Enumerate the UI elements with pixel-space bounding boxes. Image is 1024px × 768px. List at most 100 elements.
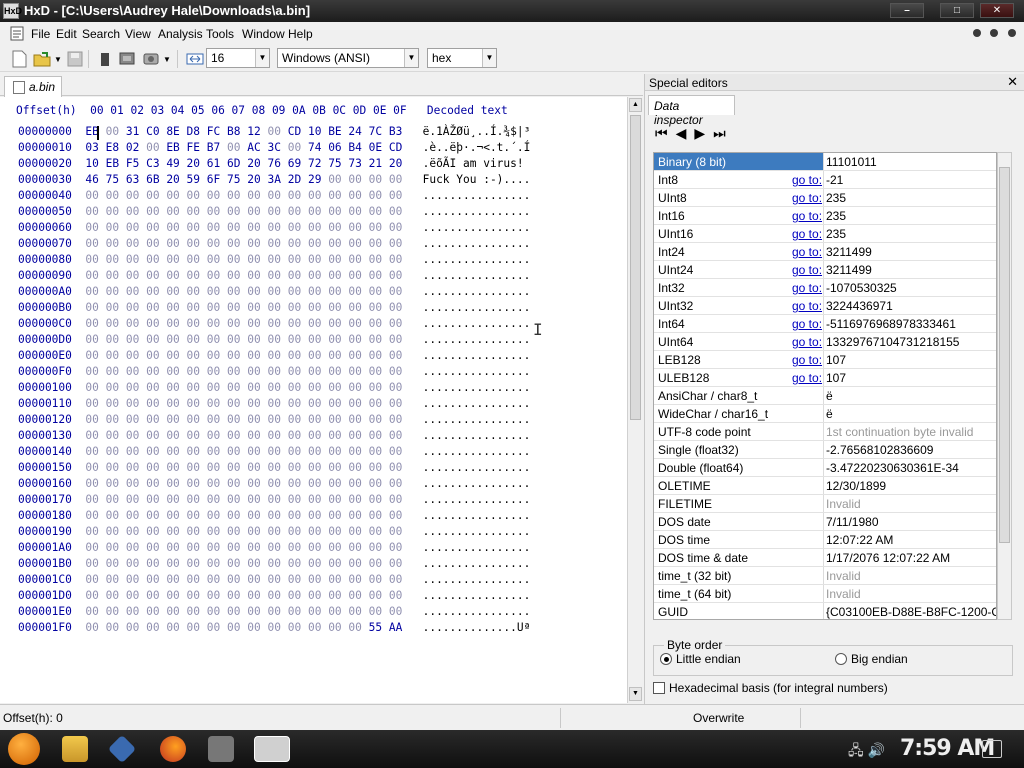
notification-icon[interactable] — [982, 740, 1002, 758]
hex-byte[interactable]: 00 — [126, 509, 139, 522]
hex-byte[interactable]: 00 — [267, 589, 280, 602]
hex-byte[interactable]: 00 — [348, 221, 361, 234]
hex-byte[interactable]: 00 — [369, 445, 382, 458]
hex-byte[interactable]: 00 — [126, 557, 139, 570]
hex-byte[interactable]: 00 — [308, 269, 321, 282]
hex-byte[interactable]: 00 — [328, 493, 341, 506]
hex-byte[interactable]: 00 — [85, 285, 98, 298]
hex-byte[interactable]: 00 — [166, 541, 179, 554]
hex-byte[interactable]: 00 — [308, 365, 321, 378]
hex-byte[interactable]: 00 — [106, 573, 119, 586]
hex-byte[interactable]: 49 — [166, 157, 179, 170]
hex-byte[interactable]: 00 — [85, 493, 98, 506]
maximize-button[interactable]: □ — [940, 3, 974, 18]
hex-row-decoded-text[interactable]: ..............Uª — [423, 621, 531, 634]
hex-byte[interactable]: 00 — [166, 461, 179, 474]
hex-byte[interactable]: 00 — [267, 525, 280, 538]
hex-byte[interactable]: 00 — [267, 269, 280, 282]
hex-byte[interactable]: 00 — [389, 365, 402, 378]
previous-record-icon[interactable]: ◀ — [676, 125, 695, 141]
inspector-value[interactable]: 12:07:22 AM — [826, 533, 996, 547]
hex-byte[interactable]: 00 — [207, 397, 220, 410]
hex-byte[interactable]: 00 — [106, 205, 119, 218]
hex-byte[interactable]: 00 — [146, 365, 159, 378]
hex-byte[interactable]: 00 — [369, 461, 382, 474]
hex-byte[interactable]: 00 — [308, 253, 321, 266]
hex-byte[interactable]: 00 — [227, 205, 240, 218]
hex-byte[interactable]: 00 — [288, 589, 301, 602]
hex-byte[interactable]: 61 — [207, 157, 220, 170]
scrollbar-thumb[interactable] — [999, 167, 1010, 543]
file-explorer-icon[interactable] — [62, 736, 88, 762]
hex-byte[interactable]: 00 — [247, 445, 260, 458]
hex-byte[interactable]: 00 — [166, 365, 179, 378]
hex-byte[interactable]: 75 — [328, 157, 341, 170]
hex-byte[interactable]: 00 — [227, 189, 240, 202]
hex-byte[interactable]: 00 — [146, 573, 159, 586]
hex-byte[interactable]: 00 — [85, 205, 98, 218]
hex-byte[interactable]: 00 — [85, 333, 98, 346]
hex-byte[interactable]: 46 — [85, 173, 98, 186]
inspector-value[interactable]: 3211499 — [826, 263, 996, 277]
hex-byte[interactable]: 00 — [126, 429, 139, 442]
network-app-icon[interactable] — [107, 734, 137, 764]
inspector-value[interactable]: ë — [826, 407, 996, 421]
hex-byte[interactable]: 00 — [348, 381, 361, 394]
hex-byte[interactable]: 00 — [227, 269, 240, 282]
hex-byte[interactable]: 00 — [267, 605, 280, 618]
hex-byte[interactable]: 00 — [288, 349, 301, 362]
hex-byte[interactable]: 00 — [308, 461, 321, 474]
hex-byte[interactable]: 00 — [389, 589, 402, 602]
hex-byte[interactable]: 00 — [247, 557, 260, 570]
hex-byte[interactable]: 00 — [288, 413, 301, 426]
hex-byte[interactable]: 00 — [308, 397, 321, 410]
hex-byte[interactable]: 00 — [187, 317, 200, 330]
hex-row-decoded-text[interactable]: ................ — [423, 413, 531, 426]
inspector-value[interactable]: -3.47220230630361E-34 — [826, 461, 996, 475]
hex-byte[interactable]: 00 — [328, 445, 341, 458]
inspector-row[interactable]: Binary (8 bit) 11101011 — [654, 153, 996, 171]
hex-byte[interactable]: 00 — [187, 333, 200, 346]
hex-row-decoded-text[interactable]: ................ — [423, 509, 531, 522]
hex-byte[interactable]: 2D — [288, 173, 301, 186]
hex-byte[interactable]: 00 — [328, 189, 341, 202]
hex-row-decoded-text[interactable]: ................ — [423, 589, 531, 602]
hex-byte[interactable]: 00 — [247, 541, 260, 554]
hex-row-decoded-text[interactable]: ................ — [423, 525, 531, 538]
hex-byte[interactable]: 00 — [328, 413, 341, 426]
hex-byte[interactable]: 00 — [207, 445, 220, 458]
hex-byte[interactable]: 00 — [146, 397, 159, 410]
hex-byte[interactable]: 00 — [288, 493, 301, 506]
hex-byte[interactable]: 00 — [146, 237, 159, 250]
hex-byte[interactable]: 00 — [166, 573, 179, 586]
hex-byte[interactable]: 00 — [328, 365, 341, 378]
hex-byte[interactable]: 00 — [106, 221, 119, 234]
tab-a-bin[interactable]: a.bin — [4, 76, 62, 97]
hex-basis-label[interactable]: Hexadecimal basis (for integral numbers) — [669, 681, 888, 695]
hex-byte[interactable]: 00 — [146, 605, 159, 618]
hex-byte[interactable]: 00 — [247, 589, 260, 602]
hex-byte[interactable]: 00 — [227, 301, 240, 314]
hex-byte[interactable]: 00 — [308, 349, 321, 362]
inspector-value[interactable]: 235 — [826, 227, 996, 241]
hex-byte[interactable]: 00 — [166, 477, 179, 490]
hex-byte[interactable]: 6B — [146, 173, 159, 186]
goto-link[interactable]: go to: — [792, 209, 822, 223]
inspector-value[interactable]: 13329767104731218155 — [826, 335, 996, 349]
app-icon[interactable]: HxD — [3, 3, 22, 19]
hex-byte[interactable]: 00 — [267, 333, 280, 346]
inspector-row[interactable]: Single (float32) -2.76568102836609 — [654, 441, 996, 459]
goto-link[interactable]: go to: — [792, 371, 822, 385]
hex-byte[interactable]: 00 — [227, 333, 240, 346]
hex-byte[interactable]: 00 — [389, 349, 402, 362]
firefox-icon[interactable] — [160, 736, 186, 762]
hex-byte[interactable]: 7C — [369, 125, 382, 138]
hex-row-decoded-text[interactable]: ................ — [423, 557, 531, 570]
hex-byte[interactable]: 00 — [207, 589, 220, 602]
hex-byte[interactable]: 00 — [389, 189, 402, 202]
hex-byte[interactable]: 00 — [187, 589, 200, 602]
hex-byte[interactable]: 00 — [166, 493, 179, 506]
hex-byte[interactable]: 00 — [247, 221, 260, 234]
start-orb-icon[interactable] — [8, 733, 40, 765]
hex-byte[interactable]: 00 — [106, 333, 119, 346]
